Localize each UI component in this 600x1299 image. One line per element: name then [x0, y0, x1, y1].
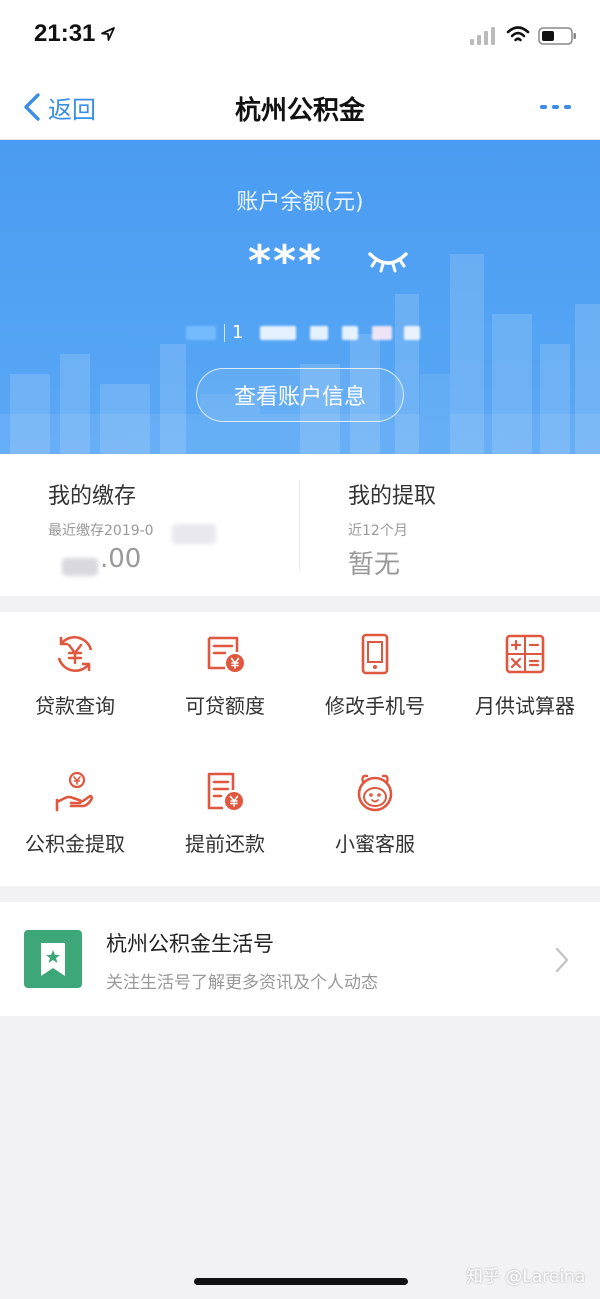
life-account-row[interactable]: 杭州公积金生活号 关注生活号了解更多资讯及个人动态: [0, 902, 600, 1016]
status-time: 21:31: [34, 20, 96, 47]
service-label: 提前还款: [185, 832, 265, 856]
deposit-title: 我的缴存: [48, 484, 137, 509]
service-label: 可贷额度: [185, 694, 265, 718]
service-early-repayment[interactable]: 提前还款: [150, 750, 300, 862]
account-number-redacted: 1: [186, 322, 426, 346]
account-digit: 1: [232, 322, 244, 343]
service-label: 公积金提取: [25, 832, 125, 856]
redaction-blur: [62, 558, 98, 576]
service-loan-quota[interactable]: 可贷额度: [150, 612, 300, 724]
status-bar: 21:31: [0, 0, 600, 74]
service-label: 月供试算器: [475, 694, 575, 718]
watermark: 知乎 @Lareina: [466, 1267, 586, 1287]
deposit-value: .00: [100, 544, 142, 574]
eye-closed-icon[interactable]: [366, 248, 410, 274]
withdraw-title: 我的提取: [348, 484, 437, 509]
bookmark-star-icon: [41, 943, 65, 976]
stats-panel: 我的缴存 最近缴存2019-0 .00 我的提取 近12个月 暂无: [0, 454, 600, 596]
service-label: 贷款查询: [35, 694, 115, 718]
life-account-logo: [24, 930, 82, 988]
withdraw-value: 暂无: [348, 550, 401, 580]
deposit-subtitle: 最近缴存2019-0: [48, 523, 154, 539]
service-change-phone[interactable]: 修改手机号: [300, 612, 450, 724]
life-account-subtitle: 关注生活号了解更多资讯及个人动态: [106, 973, 378, 993]
page-title: 杭州公积金: [234, 96, 365, 126]
balance-label: 账户余额(元): [236, 190, 364, 215]
service-grid: 贷款查询 可贷额度 修改手机号 月供试算器 公积金提取 提前还款 小蜜客服: [0, 612, 600, 886]
view-account-info-label: 查看账户信息: [233, 385, 366, 410]
service-label: 小蜜客服: [335, 832, 415, 856]
balance-card: 账户余额(元) *** 1 查看账户信息: [0, 140, 600, 454]
bill-yuan-icon: [207, 772, 243, 810]
my-deposit-card[interactable]: 我的缴存 最近缴存2019-0 .00: [0, 454, 300, 596]
calculator-icon: [505, 634, 545, 674]
service-customer-assistant[interactable]: 小蜜客服: [300, 750, 450, 862]
location-arrow-icon: [101, 27, 115, 41]
home-indicator[interactable]: [194, 1278, 408, 1285]
service-loan-query[interactable]: 贷款查询: [0, 612, 150, 724]
signal-icon: [470, 27, 495, 45]
service-payment-calculator[interactable]: 月供试算器: [450, 612, 600, 724]
hand-coin-icon: [55, 771, 94, 812]
battery-icon: [538, 27, 576, 45]
my-withdraw-card[interactable]: 我的提取 近12个月 暂无: [300, 454, 600, 596]
phone-icon: [361, 633, 389, 675]
redaction-blur: [172, 524, 216, 544]
yuan-refresh-icon: [57, 635, 93, 673]
view-account-info-button[interactable]: 查看账户信息: [196, 368, 404, 422]
chevron-right-icon: [555, 947, 569, 973]
more-icon[interactable]: [538, 102, 574, 112]
balance-masked: ***: [248, 236, 324, 287]
assistant-face-icon: [357, 774, 393, 812]
withdraw-subtitle: 近12个月: [348, 523, 408, 539]
nav-bar: 返回 杭州公积金: [0, 74, 600, 140]
service-fund-withdrawal[interactable]: 公积金提取: [0, 750, 150, 862]
service-label: 修改手机号: [325, 694, 425, 718]
life-account-title: 杭州公积金生活号: [106, 932, 274, 956]
wifi-icon: [506, 26, 530, 42]
receipt-yuan-icon: [207, 636, 244, 672]
